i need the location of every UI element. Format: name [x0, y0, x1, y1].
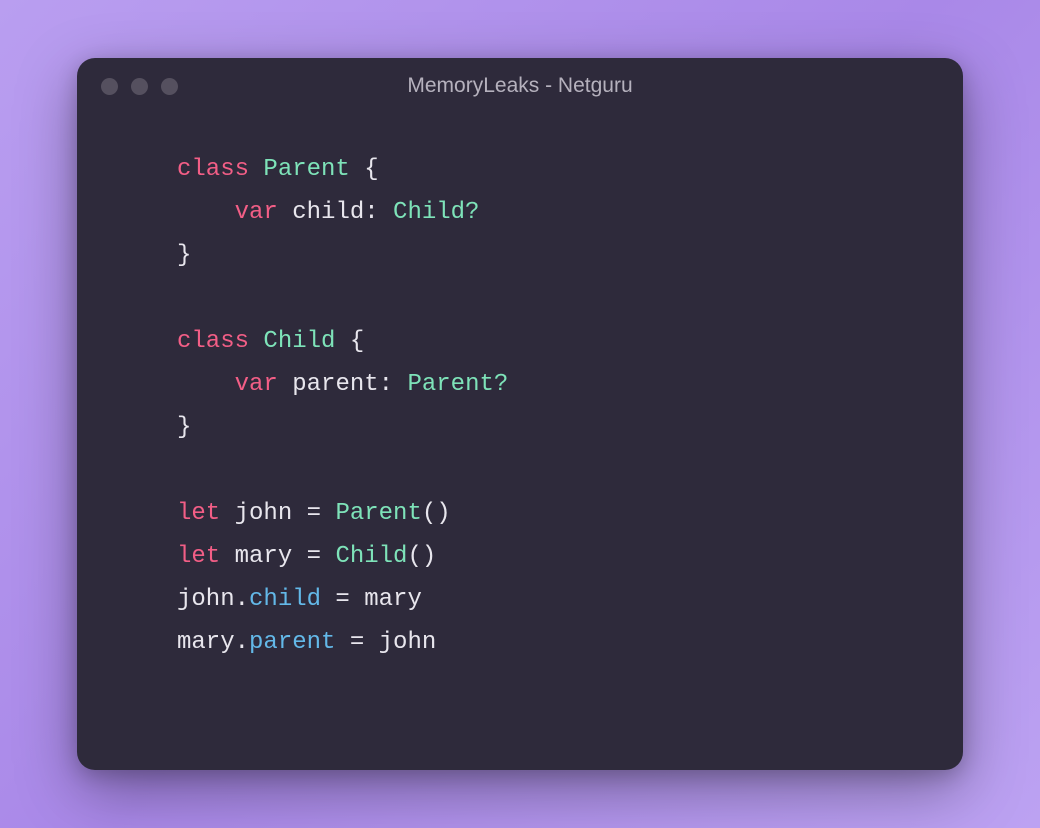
- code-text: child:: [278, 199, 393, 226]
- code-content: class Parent { var child: Child? } class…: [77, 114, 963, 770]
- code-text: mary.: [177, 629, 249, 656]
- code-text: mary =: [220, 543, 335, 570]
- code-text: parent:: [278, 371, 408, 398]
- code-line: class Parent {: [177, 156, 379, 183]
- code-line: let mary = Child(): [177, 543, 436, 570]
- code-line: let john = Parent(): [177, 500, 451, 527]
- keyword: var: [235, 371, 278, 398]
- keyword: let: [177, 500, 220, 527]
- indent: [177, 371, 235, 398]
- code-text: }: [177, 414, 191, 441]
- code-text: john =: [220, 500, 335, 527]
- close-icon[interactable]: [101, 78, 118, 95]
- maximize-icon[interactable]: [161, 78, 178, 95]
- keyword: let: [177, 543, 220, 570]
- code-line: john.child = mary: [177, 586, 422, 613]
- property: parent: [249, 629, 335, 656]
- code-line: var child: Child?: [177, 199, 479, 226]
- indent: [177, 199, 235, 226]
- code-text: (): [422, 500, 451, 527]
- keyword: class: [177, 328, 249, 355]
- code-window: MemoryLeaks - Netguru class Parent { var…: [77, 58, 963, 770]
- code-line: }: [177, 242, 191, 269]
- code-text: }: [177, 242, 191, 269]
- type-name: Child: [249, 328, 335, 355]
- code-line: class Child {: [177, 328, 364, 355]
- property: child: [249, 586, 321, 613]
- code-text: (): [407, 543, 436, 570]
- code-line: mary.parent = john: [177, 629, 436, 656]
- type-name: Child: [335, 543, 407, 570]
- type-name: Parent?: [407, 371, 508, 398]
- titlebar: MemoryLeaks - Netguru: [77, 58, 963, 114]
- type-name: Parent: [249, 156, 350, 183]
- code-text: {: [350, 156, 379, 183]
- type-name: Parent: [335, 500, 421, 527]
- code-line: }: [177, 414, 191, 441]
- traffic-lights: [101, 78, 178, 95]
- minimize-icon[interactable]: [131, 78, 148, 95]
- code-text: = john: [335, 629, 436, 656]
- keyword: class: [177, 156, 249, 183]
- keyword: var: [235, 199, 278, 226]
- type-name: Child?: [393, 199, 479, 226]
- code-text: {: [335, 328, 364, 355]
- code-text: john.: [177, 586, 249, 613]
- code-line: var parent: Parent?: [177, 371, 508, 398]
- window-title: MemoryLeaks - Netguru: [77, 74, 963, 98]
- code-text: = mary: [321, 586, 422, 613]
